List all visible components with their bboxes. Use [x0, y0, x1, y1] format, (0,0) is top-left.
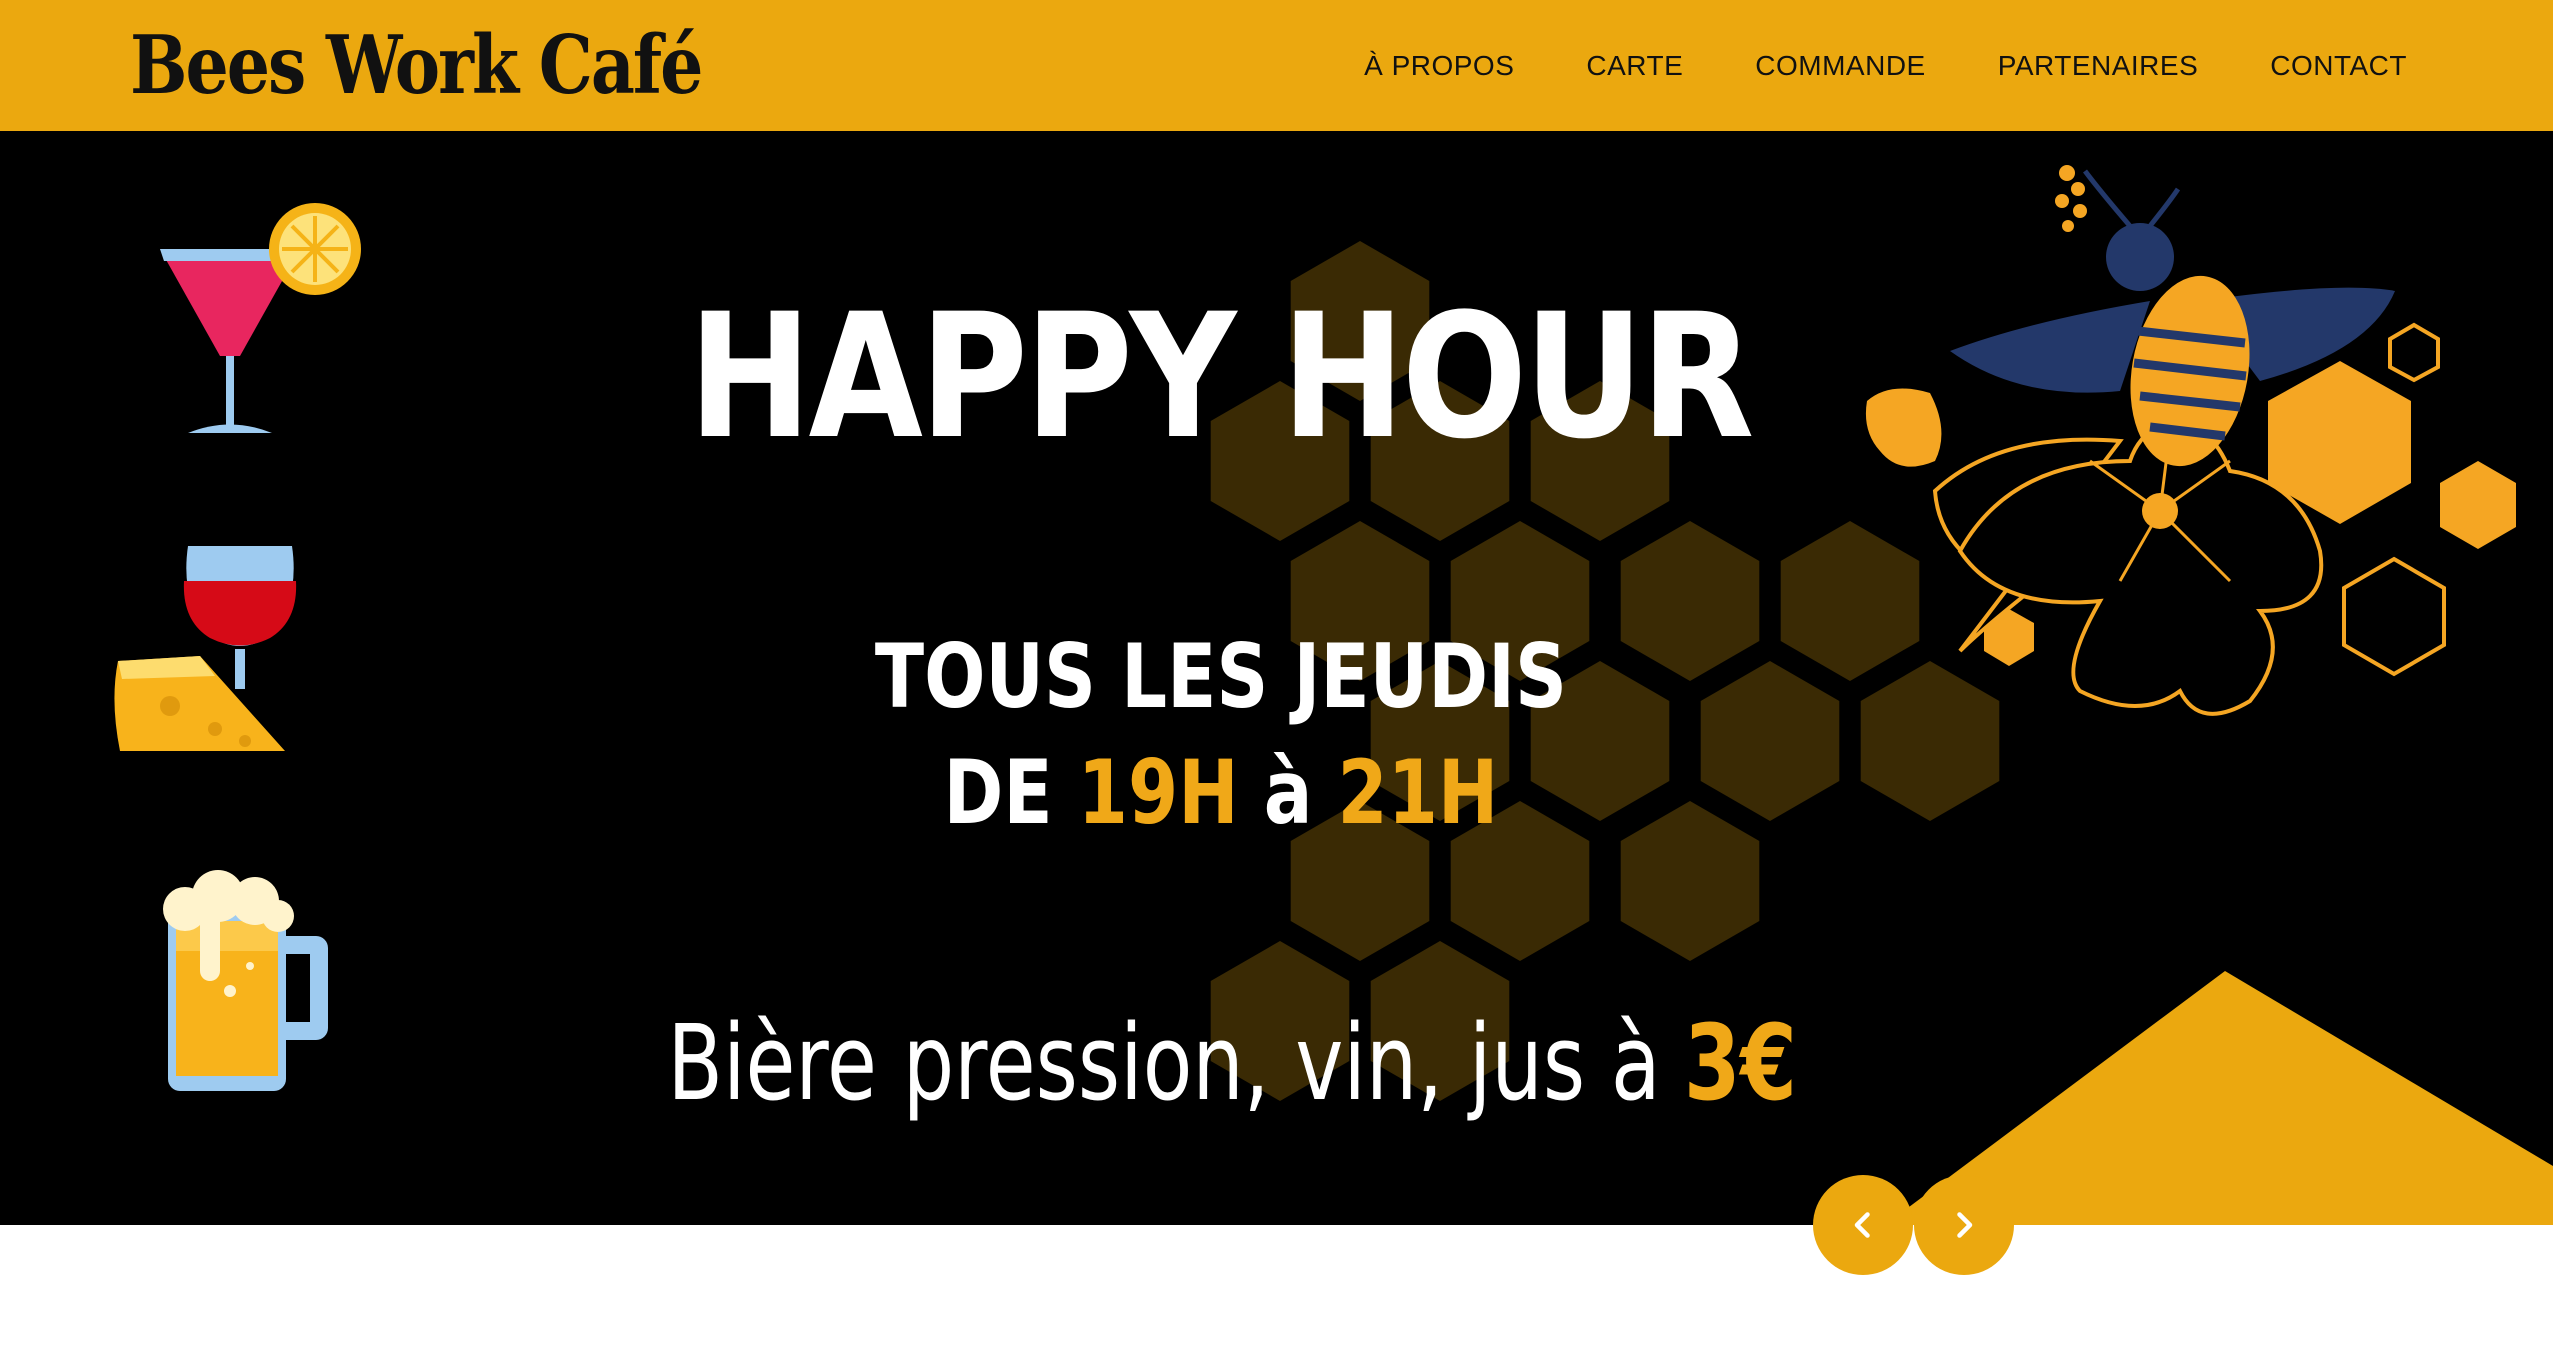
hero-time-prefix: DE [943, 741, 1078, 844]
nav-link-commande[interactable]: COMMANDE [1755, 50, 1925, 82]
hero-slide: HAPPY HOUR TOUS LES JEUDIS DE 19H à 21H … [0, 131, 2553, 1225]
hero-price-value: 3€ [1683, 1002, 1797, 1124]
nav-link-carte[interactable]: CARTE [1586, 50, 1683, 82]
hero-time-mid: à [1238, 741, 1338, 844]
hero-time-text: DE 19H à 21H [221, 749, 2222, 837]
chevron-right-icon [1957, 1212, 1973, 1238]
site-logo[interactable]: Bees Work Café [130, 0, 703, 137]
hero-price-text: Bière pression, vin, jus à 3€ [281, 1011, 2184, 1115]
hero-time-start: 19H [1077, 741, 1239, 844]
carousel-prev-button[interactable] [1813, 1175, 1913, 1275]
hero-time-end: 21H [1337, 741, 1499, 844]
carousel-next-button[interactable] [1914, 1175, 2014, 1275]
main-nav: À PROPOS CARTE COMMANDE PARTENAIRES CONT… [1364, 0, 2407, 131]
site-header: Bees Work Café À PROPOS CARTE COMMANDE P… [0, 0, 2553, 131]
nav-link-a-propos[interactable]: À PROPOS [1364, 50, 1514, 82]
nav-link-contact[interactable]: CONTACT [2270, 50, 2407, 82]
hero-title: HAPPY HOUR [688, 276, 1754, 477]
nav-link-partenaires[interactable]: PARTENAIRES [1998, 50, 2199, 82]
hero-price-label: Bière pression, vin, jus à [667, 1002, 1661, 1124]
chevron-left-icon [1854, 1212, 1870, 1238]
hero-day-text: TOUS LES JEUDIS [874, 625, 1567, 728]
